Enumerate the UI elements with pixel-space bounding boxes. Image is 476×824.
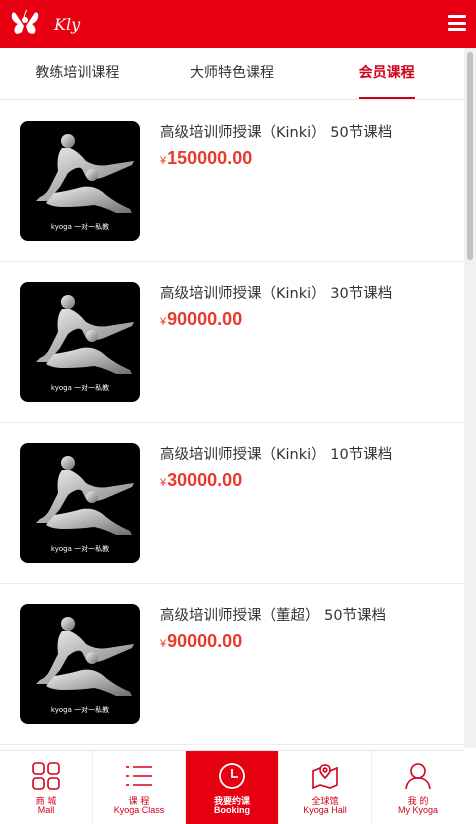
tab-member-courses[interactable]: 会员课程	[309, 48, 464, 99]
hamburger-menu-icon[interactable]	[448, 14, 466, 32]
person-icon	[405, 763, 431, 790]
nav-label-en: Booking	[214, 805, 250, 815]
image-caption: kyoga 一对一私教	[50, 545, 110, 553]
svg-text:Kly: Kly	[53, 15, 81, 34]
app-header: Kly	[0, 0, 476, 48]
list-icon	[126, 766, 152, 786]
clock-icon	[219, 763, 245, 789]
tab-coach-training[interactable]: 教练培训课程	[0, 48, 155, 99]
kyoga-logo[interactable]: Kly	[10, 6, 82, 42]
list-item[interactable]: kyoga 一对一私教 高级培训师授课（Kinki） 10节课档 ¥30000.…	[0, 423, 464, 584]
course-thumbnail[interactable]: kyoga 一对一私教	[20, 121, 140, 241]
nav-booking[interactable]: 我要约课 Booking	[186, 751, 279, 824]
currency-symbol: ¥	[160, 477, 167, 489]
price-amount: 90000.00	[167, 309, 243, 329]
nav-label-en: Mall	[37, 805, 55, 815]
currency-symbol: ¥	[160, 316, 167, 328]
course-title[interactable]: 高级培训师授课（Kinki） 10节课档	[160, 443, 392, 464]
price-amount: 150000.00	[167, 148, 253, 168]
nav-kyoga-hall[interactable]: 全球馆 Kyoga Hall	[279, 751, 372, 824]
nav-label-en: Kyoga Hall	[303, 805, 347, 815]
course-price: ¥150000.00	[160, 148, 252, 169]
nav-mall[interactable]: 商 城 Mall	[0, 751, 93, 824]
currency-symbol: ¥	[160, 155, 167, 167]
course-price: ¥30000.00	[160, 470, 242, 491]
course-price: ¥90000.00	[160, 631, 242, 652]
image-caption: kyoga 一对一私教	[50, 706, 110, 714]
image-caption: kyoga 一对一私教	[50, 384, 110, 392]
nav-kyoga-class[interactable]: 课 程 Kyoga Class	[93, 751, 186, 824]
course-thumbnail[interactable]: kyoga 一对一私教	[20, 282, 140, 402]
course-price: ¥90000.00	[160, 309, 242, 330]
list-item[interactable]: kyoga 一对一私教 高级培训师授课（Kinki） 50节课档 ¥150000…	[0, 101, 464, 262]
image-caption: kyoga 一对一私教	[50, 223, 110, 231]
map-icon	[312, 764, 338, 790]
price-amount: 30000.00	[167, 470, 243, 490]
grid-icon	[32, 762, 60, 790]
tab-master-courses[interactable]: 大师特色课程	[155, 48, 310, 99]
list-item[interactable]: kyoga 一对一私教 高级培训师授课（Kinki） 30节课档 ¥90000.…	[0, 262, 464, 423]
course-thumbnail[interactable]: kyoga 一对一私教	[20, 604, 140, 724]
price-amount: 90000.00	[167, 631, 243, 651]
nav-label-en: Kyoga Class	[113, 805, 165, 815]
list-item[interactable]: kyoga 一对一私教 高级培训师授课（董超） 50节课档 ¥90000.00	[0, 584, 464, 745]
course-title[interactable]: 高级培训师授课（Kinki） 30节课档	[160, 282, 392, 303]
scrollbar-thumb[interactable]	[467, 52, 473, 260]
currency-symbol: ¥	[160, 638, 167, 650]
nav-my-kyoga[interactable]: 我 的 My Kyoga	[372, 751, 464, 824]
nav-label-en: My Kyoga	[397, 805, 439, 815]
product-list: kyoga 一对一私教 高级培训师授课（Kinki） 50节课档 ¥150000…	[0, 101, 464, 745]
course-thumbnail[interactable]: kyoga 一对一私教	[20, 443, 140, 563]
category-tabs: 教练培训课程 大师特色课程 会员课程	[0, 48, 464, 100]
course-title[interactable]: 高级培训师授课（董超） 50节课档	[160, 604, 386, 625]
bottom-nav: 商 城 Mall 课 程 Kyoga Class 我要约课 Booking 全球…	[0, 750, 464, 824]
course-title[interactable]: 高级培训师授课（Kinki） 50节课档	[160, 121, 392, 142]
